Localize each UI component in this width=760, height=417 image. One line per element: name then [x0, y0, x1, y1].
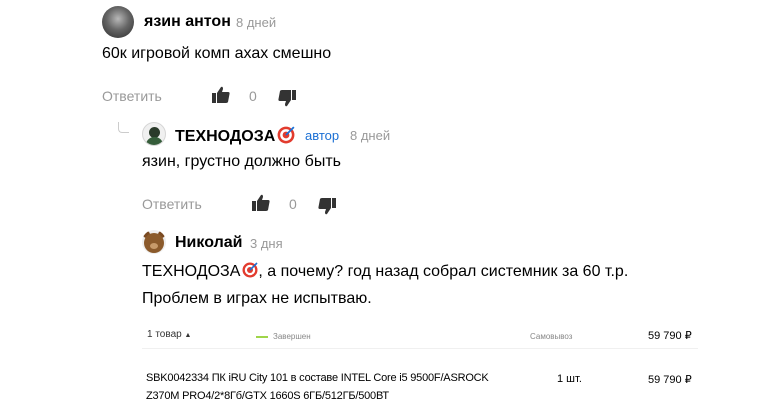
comment-text: 60к игровой комп ахах смешно — [102, 45, 332, 62]
comment-text-line: Проблем в играх не испытваю. — [142, 290, 372, 307]
comment-author[interactable]: язин антон — [144, 13, 231, 31]
order-attachment[interactable]: 1 товар ▲ Завершен Самовывоз 59 790 ₽ SB… — [142, 318, 698, 417]
thumbs-up-icon[interactable] — [211, 85, 231, 105]
comment-text: язин, грустно должно быть — [142, 153, 341, 170]
thumbs-up-icon[interactable] — [251, 193, 271, 213]
order-item-qty: 1 шт. — [557, 373, 582, 385]
avatar[interactable] — [142, 230, 166, 254]
author-badge: автор — [305, 128, 340, 143]
comment-text-line: ТЕХНОДОЗА , а почему? год назад собрал си… — [142, 262, 628, 281]
reply-button[interactable]: Ответить — [102, 88, 162, 104]
status-indicator — [256, 336, 268, 338]
comment-date: 8 дней — [236, 15, 277, 30]
comment-author[interactable]: ТЕХНОДОЗА — [175, 126, 295, 146]
order-status: Завершен — [273, 332, 311, 341]
avatar[interactable] — [142, 122, 166, 146]
thread-connector — [118, 122, 129, 133]
mention[interactable]: ТЕХНОДОЗА — [142, 263, 240, 280]
comment-author[interactable]: Николай — [175, 234, 242, 252]
target-emoji-icon — [277, 126, 295, 144]
order-item-name: SBK0042334 ПК iRU City 101 в составе INT… — [146, 372, 489, 402]
avatar[interactable] — [102, 6, 134, 38]
divider — [142, 348, 698, 349]
order-delivery: Самовывоз — [530, 332, 573, 341]
reply-button[interactable]: Ответить — [142, 196, 202, 212]
order-count: 1 товар ▲ — [147, 329, 192, 340]
thumbs-down-icon[interactable] — [277, 88, 297, 108]
order-total: 59 790 ₽ — [648, 330, 692, 342]
target-emoji-icon — [242, 262, 258, 278]
like-count: 0 — [249, 88, 257, 104]
comment-text: , а почему? год назад собрал системник з… — [258, 263, 629, 280]
comment-date: 3 дня — [250, 236, 283, 251]
like-count: 0 — [289, 196, 297, 212]
comment-date: 8 дней — [350, 128, 391, 143]
thumbs-down-icon[interactable] — [317, 196, 337, 216]
order-item-price: 59 790 ₽ — [648, 374, 692, 386]
author-name: ТЕХНОДОЗА — [175, 128, 276, 145]
